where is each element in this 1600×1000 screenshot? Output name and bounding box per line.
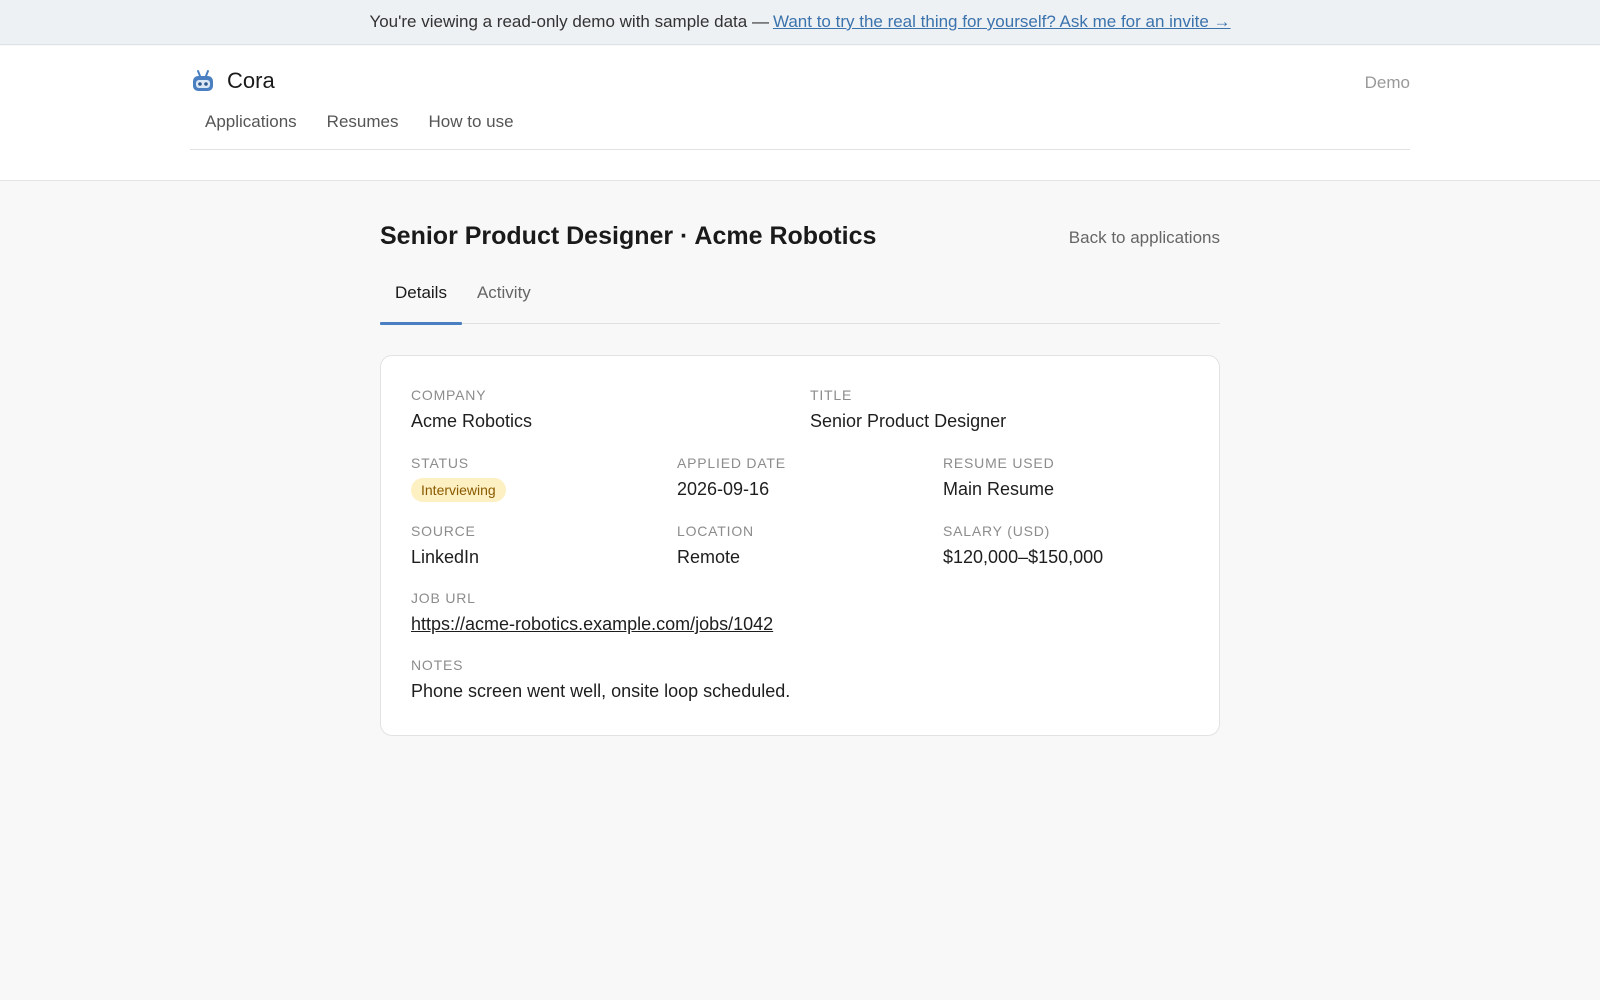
demo-banner-text: You're viewing a read-only demo with sam… xyxy=(369,12,769,31)
app-name: Cora xyxy=(227,68,275,93)
field-value: Remote xyxy=(677,547,741,567)
field-label: Salary (USD) xyxy=(943,523,1051,539)
field-title: Title Senior Product Designer xyxy=(810,386,1006,432)
field-label: Source xyxy=(411,523,476,539)
field-resume-used: Resume Used Main Resume xyxy=(943,454,1054,500)
header-inner: Cora Demo Applications Resumes How to us… xyxy=(190,46,1410,150)
field-label: Status xyxy=(411,455,469,471)
field-value: $120,000–$150,000 xyxy=(943,547,1104,567)
job-url-link[interactable]: https://acme-robotics.example.com/jobs/1… xyxy=(411,613,773,635)
nav-item-how-to-use[interactable]: How to use xyxy=(413,110,528,134)
field-label: Notes xyxy=(411,657,464,673)
tabs: Details Activity xyxy=(380,282,1220,325)
back-to-applications-link[interactable]: Back to applications xyxy=(1069,228,1220,248)
field-label: Title xyxy=(810,387,853,403)
field-value: Phone screen went well, onsite loop sche… xyxy=(411,681,791,701)
field-status: Status Interviewing xyxy=(411,454,506,502)
nav-item-resumes[interactable]: Resumes xyxy=(312,110,414,134)
invite-link[interactable]: Want to try the real thing for yourself?… xyxy=(773,12,1231,32)
field-label: Job URL xyxy=(411,590,476,606)
details-card: Company Acme Robotics Title Senior Produ… xyxy=(380,355,1220,736)
status-badge: Interviewing xyxy=(411,478,506,502)
nav-item-applications[interactable]: Applications xyxy=(190,110,312,134)
app-header: Cora Demo Applications Resumes How to us… xyxy=(0,46,1600,181)
page-title: Senior Product Designer · Acme Robotics xyxy=(380,222,877,250)
field-source: Source LinkedIn xyxy=(411,522,479,568)
main-nav: Applications Resumes How to use xyxy=(190,110,529,134)
field-job-url: Job URL https://acme-robotics.example.co… xyxy=(411,589,773,635)
field-value: 2026-09-16 xyxy=(677,479,770,499)
field-label: Company xyxy=(411,387,487,403)
tab-activity[interactable]: Activity xyxy=(462,282,546,324)
field-label: Applied Date xyxy=(677,455,786,471)
field-value: Main Resume xyxy=(943,479,1055,499)
field-notes: Notes Phone screen went well, onsite loo… xyxy=(411,656,790,702)
field-value: Acme Robotics xyxy=(411,411,533,431)
field-location: Location Remote xyxy=(677,522,754,568)
brand[interactable]: Cora xyxy=(190,68,275,94)
robot-icon xyxy=(190,68,216,94)
field-label: Location xyxy=(677,523,754,539)
tab-details[interactable]: Details xyxy=(380,282,462,325)
field-value: Senior Product Designer xyxy=(810,411,1007,431)
field-applied-date: Applied Date 2026-09-16 xyxy=(677,454,786,500)
field-company: Company Acme Robotics xyxy=(411,386,532,432)
field-value: LinkedIn xyxy=(411,547,480,567)
demo-label: Demo xyxy=(1364,73,1410,92)
page-head: Senior Product Designer · Acme Robotics … xyxy=(380,222,1220,258)
demo-banner: You're viewing a read-only demo with sam… xyxy=(0,0,1600,45)
field-salary: Salary (USD) $120,000–$150,000 xyxy=(943,522,1103,568)
field-label: Resume Used xyxy=(943,455,1055,471)
